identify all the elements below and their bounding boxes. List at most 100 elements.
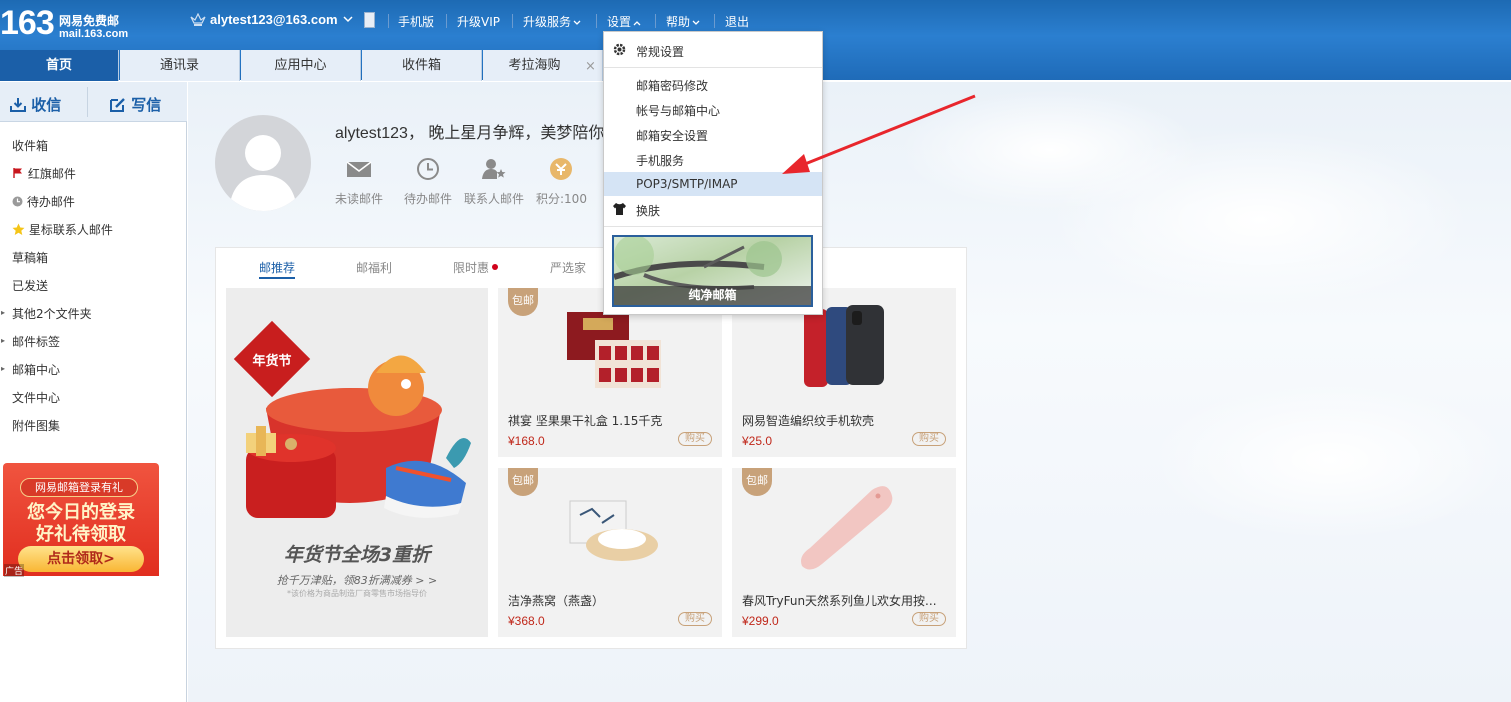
clock-icon[interactable] — [415, 157, 441, 181]
inbox-download-icon — [10, 98, 26, 112]
contact-star-icon[interactable] — [481, 157, 507, 181]
folder-todo-label: 待办邮件 — [26, 195, 75, 209]
folder-flagged[interactable]: 红旗邮件 — [12, 165, 76, 182]
logo-number[interactable]: 163 — [0, 4, 55, 43]
nav-help[interactable]: 帮助 — [666, 13, 700, 30]
nav-settings[interactable]: 设置 — [607, 13, 641, 30]
promo-note: *该价格为商品制造厂商零售市场指导价 — [287, 589, 427, 598]
nav-separator — [388, 14, 389, 28]
folder-mail-center[interactable]: 邮箱中心 — [12, 361, 60, 378]
folder-starred-contacts[interactable]: 星标联系人邮件 — [12, 221, 113, 238]
avatar-silhouette-icon — [229, 135, 297, 211]
red-flag-icon — [13, 168, 22, 178]
logo-name[interactable]: 网易免费邮 — [59, 12, 119, 29]
expand-arrow-icon[interactable]: ▸ — [1, 336, 5, 345]
product-price: ¥25.0 — [742, 434, 773, 448]
buy-button[interactable]: 购买 — [678, 432, 712, 446]
tab-inbox[interactable]: 收件箱 — [362, 50, 482, 81]
nav-separator — [596, 14, 597, 28]
unread-mail-link[interactable]: 未读邮件 — [335, 190, 383, 207]
product-price: ¥168.0 — [508, 434, 545, 448]
menu-divider — [604, 67, 822, 68]
shoptab-welfare[interactable]: 邮福利 — [356, 259, 392, 276]
compose-button[interactable]: 写信 — [110, 94, 161, 115]
shoptab-limited[interactable]: 限时惠 — [453, 259, 489, 276]
promo-banner: 网易邮箱登录有礼 — [20, 478, 138, 497]
shoptab-recommend[interactable]: 邮推荐 — [259, 259, 295, 276]
compose-label: 写信 — [131, 96, 162, 114]
product-price: ¥368.0 — [508, 614, 545, 628]
nut-gift-box-image — [567, 312, 661, 388]
promo-title: 年货节全场3重折 — [283, 544, 431, 566]
chevron-down-icon[interactable] — [343, 15, 353, 23]
promo-claim-button[interactable]: 点击领取> — [18, 546, 144, 572]
product-name[interactable]: 网易智造编织纹手机软壳 — [742, 412, 874, 429]
chevron-down-icon — [692, 20, 700, 25]
folder-tags[interactable]: 邮件标签 — [12, 333, 60, 350]
ad-label: 广告 — [4, 564, 25, 577]
expand-arrow-icon[interactable]: ▸ — [1, 308, 5, 317]
product-name[interactable]: 春风TryFun天然系列鱼儿欢女用按... — [742, 592, 937, 609]
avatar[interactable] — [215, 115, 311, 211]
nianhuo-stamp-text: 年货节 — [252, 354, 292, 369]
phone-case-image — [804, 305, 884, 387]
buy-button[interactable]: 购买 — [678, 612, 712, 626]
folder-drafts[interactable]: 草稿箱 — [12, 249, 48, 266]
folder-others[interactable]: 其他2个文件夹 — [12, 305, 92, 322]
points-link[interactable]: 积分:100 — [536, 190, 587, 207]
folder-sent[interactable]: 已发送 — [12, 277, 48, 294]
menu-change-skin[interactable]: 换肤 — [636, 202, 660, 219]
menu-divider — [604, 226, 822, 227]
contact-mail-link[interactable]: 联系人邮件 — [464, 190, 524, 207]
points-coin-icon[interactable] — [548, 157, 574, 181]
sidebar-divider — [87, 87, 88, 117]
shoptab-yanxuan[interactable]: 严选家 — [550, 259, 586, 276]
buy-button[interactable]: 购买 — [912, 612, 946, 626]
account-name[interactable]: alytest123@163.com — [210, 12, 338, 27]
product-price: ¥299.0 — [742, 614, 779, 628]
tab-contacts[interactable]: 通讯录 — [120, 50, 240, 81]
folder-file-center[interactable]: 文件中心 — [12, 389, 60, 406]
nav-upgrade-service[interactable]: 升级服务 — [523, 13, 581, 30]
logo-domain[interactable]: mail.163.com — [59, 28, 128, 40]
birds-nest-image — [569, 500, 658, 561]
promo-subtitle[interactable]: 抢千万津贴，领83折满减券 > > — [226, 572, 488, 588]
menu-security-settings[interactable]: 邮箱安全设置 — [636, 127, 708, 144]
receive-mail-label: 收信 — [31, 96, 62, 114]
folder-attachments[interactable]: 附件图集 — [12, 417, 60, 434]
menu-pop3-smtp-imap[interactable]: POP3/SMTP/IMAP — [636, 177, 738, 191]
menu-password-change[interactable]: 邮箱密码修改 — [636, 77, 708, 94]
folder-inbox[interactable]: 收件箱 — [12, 137, 48, 154]
close-icon[interactable]: × — [585, 59, 596, 74]
nav-separator — [512, 14, 513, 28]
product-name[interactable]: 祺宴 坚果果干礼盒 1.15千克 — [508, 412, 662, 429]
todo-mail-link[interactable]: 待办邮件 — [404, 190, 452, 207]
menu-account-center[interactable]: 帐号与邮箱中心 — [636, 102, 720, 119]
pink-device-image — [801, 486, 893, 570]
nav-upgrade-vip[interactable]: 升级VIP — [457, 13, 500, 30]
menu-mobile-service[interactable]: 手机服务 — [636, 152, 684, 169]
nav-help-label: 帮助 — [666, 15, 691, 29]
menu-general-settings[interactable]: 常规设置 — [636, 43, 684, 60]
tab-home[interactable]: 首页 — [0, 50, 119, 81]
nav-settings-label: 设置 — [607, 15, 632, 29]
annotation-arrow — [782, 94, 976, 174]
receive-mail-button[interactable]: 收信 — [10, 94, 61, 115]
nav-logout[interactable]: 退出 — [725, 13, 749, 30]
nav-mobile[interactable]: 手机版 — [398, 13, 434, 30]
folder-todo[interactable]: 待办邮件 — [12, 193, 75, 210]
envelope-icon[interactable] — [346, 157, 372, 181]
background-cloud — [1050, 130, 1470, 310]
expand-arrow-icon[interactable]: ▸ — [1, 364, 5, 373]
gear-icon — [613, 43, 626, 56]
nav-upgrade-service-label: 升级服务 — [523, 15, 572, 29]
product-name[interactable]: 洁净燕窝（燕盏） — [508, 592, 604, 609]
tab-apps[interactable]: 应用中心 — [241, 50, 361, 81]
new-dot-indicator — [492, 264, 498, 270]
theme-caption: 纯净邮箱 — [614, 286, 811, 305]
background-cloud — [1150, 380, 1510, 540]
chevron-up-icon — [633, 20, 641, 25]
chevron-down-icon — [573, 20, 581, 25]
buy-button[interactable]: 购买 — [912, 432, 946, 446]
phone-icon[interactable] — [364, 12, 375, 28]
